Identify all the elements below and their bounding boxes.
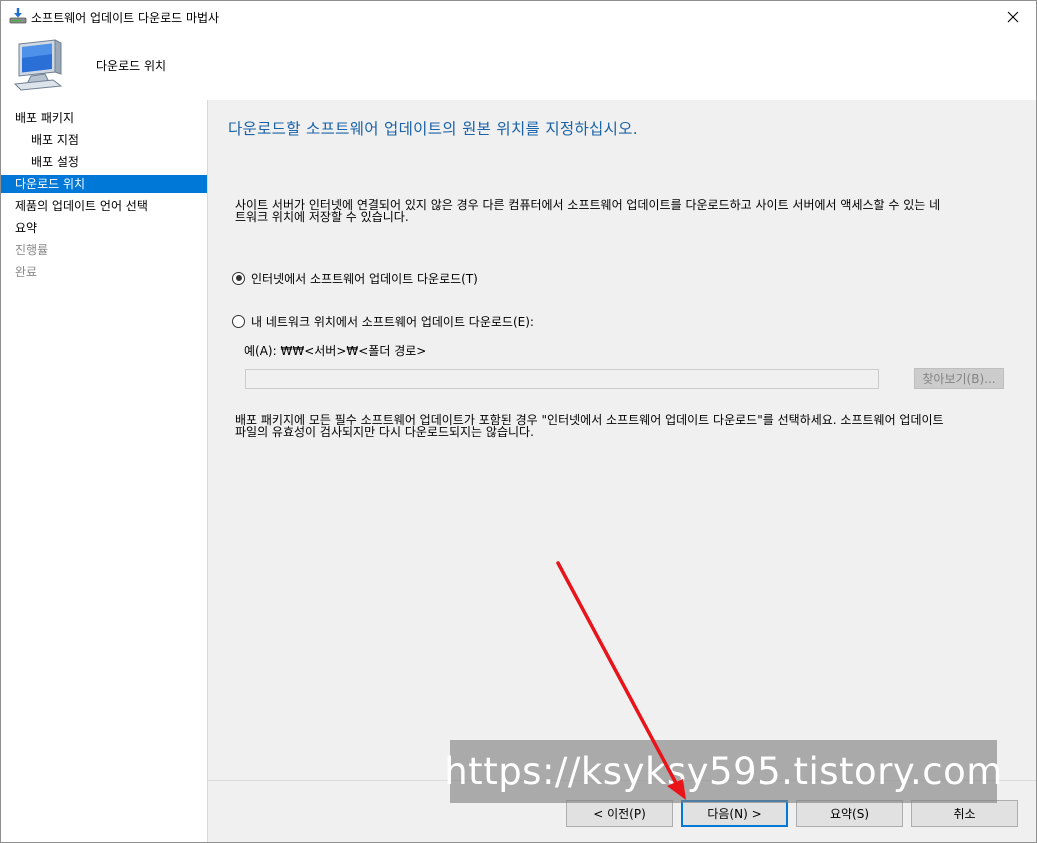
network-path-input[interactable] xyxy=(245,369,879,389)
path-example-label: 예(A): ₩₩<서버>₩<폴더 경로> xyxy=(244,344,427,358)
sidebar-item-language-selection[interactable]: 제품의 업데이트 언어 선택 xyxy=(1,197,207,215)
close-icon xyxy=(1007,11,1019,22)
prev-button[interactable]: < 이전(P) xyxy=(566,800,673,827)
sidebar-item-deployment-package[interactable]: 배포 패키지 xyxy=(1,109,207,127)
internet-download-option[interactable]: 인터넷에서 소프트웨어 업데이트 다운로드(T) xyxy=(232,270,478,286)
wizard-content: 다운로드할 소프트웨어 업데이트의 원본 위치를 지정하십시오. 사이트 서버가… xyxy=(208,100,1036,780)
sidebar-item-download-location[interactable]: 다운로드 위치 xyxy=(1,175,207,193)
cancel-button[interactable]: 취소 xyxy=(911,800,1018,827)
browse-button[interactable]: 찾아보기(B)... xyxy=(914,368,1004,389)
close-button[interactable] xyxy=(990,1,1036,32)
computer-monitor-icon xyxy=(13,39,63,91)
note-text-line2: 파일의 유효성이 검사되지만 다시 다운로드되지는 않습니다. xyxy=(235,425,534,439)
window-title: 소프트웨어 업데이트 다운로드 마법사 xyxy=(31,11,220,25)
content-heading: 다운로드할 소프트웨어 업데이트의 원본 위치를 지정하십시오. xyxy=(228,120,638,138)
page-title: 다운로드 위치 xyxy=(96,59,167,73)
network-download-label: 내 네트워크 위치에서 소프트웨어 업데이트 다운로드(E): xyxy=(251,314,534,329)
sidebar-item-progress: 진행률 xyxy=(15,243,49,257)
wizard-window: 소프트웨어 업데이트 다운로드 마법사 다운로드 위치 배포 패키지 배포 지점… xyxy=(0,0,1037,843)
sidebar-item-completion: 완료 xyxy=(15,265,38,279)
internet-download-label: 인터넷에서 소프트웨어 업데이트 다운로드(T) xyxy=(251,271,478,286)
internet-download-radio[interactable] xyxy=(232,271,245,285)
wizard-header: 다운로드 위치 xyxy=(1,32,1036,100)
download-wizard-icon xyxy=(9,8,27,24)
sidebar-item-distribution-settings[interactable]: 배포 설정 xyxy=(1,153,207,171)
wizard-sidebar: 배포 패키지 배포 지점 배포 설정 다운로드 위치 제품의 업데이트 언어 선… xyxy=(1,100,208,842)
network-download-radio[interactable] xyxy=(232,314,245,328)
summary-button[interactable]: 요약(S) xyxy=(796,800,903,827)
next-button[interactable]: 다음(N) > xyxy=(681,800,788,827)
title-bar: 소프트웨어 업데이트 다운로드 마법사 xyxy=(1,1,1036,32)
sidebar-item-summary[interactable]: 요약 xyxy=(1,219,207,237)
sidebar-item-distribution-points[interactable]: 배포 지점 xyxy=(1,131,207,149)
blog-watermark: https://ksyksy595.tistory.com xyxy=(444,740,1002,803)
network-download-option[interactable]: 내 네트워크 위치에서 소프트웨어 업데이트 다운로드(E): xyxy=(232,313,534,329)
description-text-line2: 트워크 위치에 저장할 수 있습니다. xyxy=(235,210,409,224)
